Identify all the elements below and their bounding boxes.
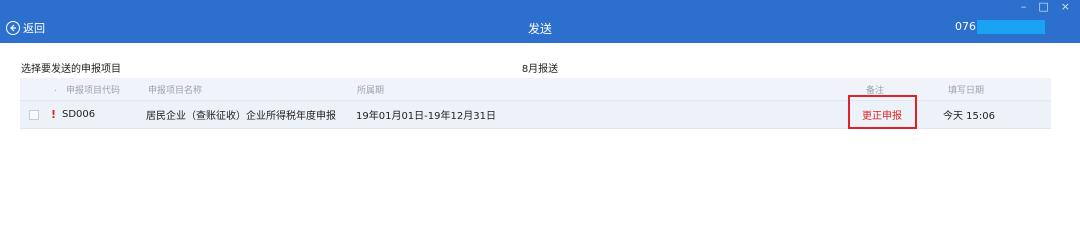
correction-link[interactable]: 更正申报 [862, 101, 902, 128]
user-id: 076 [955, 20, 976, 33]
period-label: 8月报送 [521, 64, 559, 75]
row-period: 19年01月01日-19年12月31日 [356, 111, 496, 122]
window-controls: – □ × [1021, 1, 1070, 12]
header-dot: . [54, 84, 57, 94]
table-row[interactable]: ! SD006 居民企业（查账征收）企业所得税年度申报 19年01月01日-19… [20, 100, 1051, 129]
minimize-icon[interactable]: – [1021, 1, 1027, 12]
row-date: 今天 15:06 [943, 111, 995, 122]
row-checkbox[interactable] [29, 101, 39, 128]
table-header: . 申报项目代码 申报项目名称 所属期 备注 填写日期 [20, 78, 1051, 100]
title-bar: 返回 发送 – □ × 076 [0, 0, 1080, 43]
header-name[interactable]: 申报项目名称 [148, 78, 202, 100]
redacted-mask [977, 19, 1045, 34]
maximize-icon[interactable]: □ [1038, 1, 1048, 12]
warning-icon: ! [51, 108, 57, 121]
header-period[interactable]: 所属期 [357, 78, 384, 100]
row-name: 居民企业（查账征收）企业所得税年度申报 [146, 111, 336, 122]
window-title: 发送 [527, 22, 552, 36]
declaration-table: . 申报项目代码 申报项目名称 所属期 备注 填写日期 ! SD006 居民企业… [20, 78, 1051, 129]
row-code: SD006 [62, 109, 96, 120]
close-icon[interactable]: × [1061, 1, 1070, 12]
header-remark[interactable]: 备注 [866, 78, 884, 100]
header-date[interactable]: 填写日期 [948, 78, 984, 100]
user-info: 076 [955, 19, 1045, 34]
header-code[interactable]: 申报项目代码 [66, 78, 120, 100]
